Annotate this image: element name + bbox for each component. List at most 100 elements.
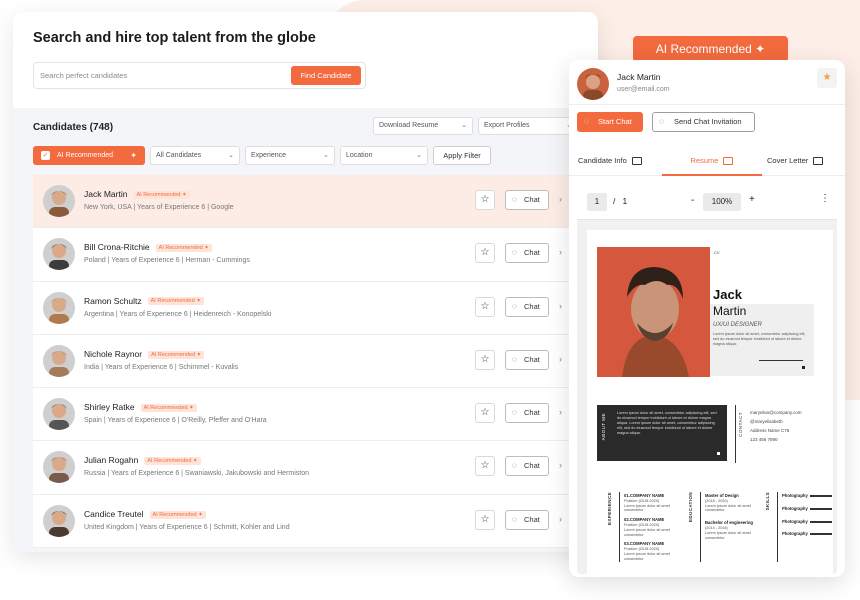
zoom-in-button[interactable]: +	[749, 194, 755, 205]
chat-button[interactable]: ◌ Chat	[505, 403, 549, 424]
chevron-right-icon[interactable]: ›	[559, 247, 562, 257]
chevron-right-icon[interactable]: ›	[559, 460, 562, 470]
chat-button[interactable]: ◌ Chat	[505, 296, 549, 317]
chevron-right-icon[interactable]: ›	[559, 407, 562, 417]
chat-icon: ◌	[512, 248, 517, 258]
favorite-star-icon[interactable]: ☆	[475, 190, 495, 210]
ai-recommended-badge-label: AI Recommended	[147, 458, 192, 465]
chevron-down-icon: ⌄	[461, 122, 467, 129]
page-number-input[interactable]: 1	[587, 193, 607, 211]
zoom-out-button[interactable]: -	[691, 195, 694, 206]
about-text: Lorem ipsum dolor sit amet, consectetur …	[617, 411, 717, 435]
candidate-row[interactable]: Ramon Schultz AI Recommended ✦ Argentina …	[33, 281, 598, 335]
candidate-name: Ramon Schultz AI Recommended ✦	[84, 296, 204, 306]
ai-recommended-badge: AI Recommended ✦	[147, 297, 204, 306]
experience-title: 03.COMPANY NAME	[624, 541, 665, 547]
experience-label: EXPERIENCE	[607, 492, 612, 526]
contact-email: maryelius@company.com	[750, 410, 802, 415]
search-input[interactable]	[34, 63, 284, 88]
tab-candidate-info[interactable]: Candidate Info	[578, 148, 642, 176]
ai-recommended-badge: AI Recommended ✦	[155, 244, 212, 253]
all-candidates-dropdown[interactable]: All Candidates ⌄	[150, 146, 240, 165]
ai-recommended-filter-label: AI Recommended	[57, 152, 114, 159]
candidate-row[interactable]: Candice Treutel AI Recommended ✦ United K…	[33, 494, 598, 549]
chat-button-label: Chat	[524, 408, 540, 418]
id-card-icon	[631, 157, 642, 166]
favorite-star-icon[interactable]: ☆	[475, 296, 495, 317]
candidate-row[interactable]: Shirley Ratke AI Recommended ✦ Spain | Ye…	[33, 388, 598, 442]
location-dropdown[interactable]: Location ⌄	[340, 146, 428, 165]
more-options-icon[interactable]: ⋮	[820, 193, 830, 204]
favorite-star-icon[interactable]: ☆	[475, 243, 495, 264]
education-label: EDUCATION	[688, 492, 693, 523]
send-chat-invitation-button[interactable]: ◌ Send Chat Invitation	[652, 112, 755, 132]
start-chat-button[interactable]: ◌ Start Chat	[577, 112, 643, 132]
page-total: / 1	[613, 196, 627, 206]
candidate-name: Shirley Ratke AI Recommended ✦	[84, 402, 197, 412]
chevron-right-icon[interactable]: ›	[559, 514, 562, 524]
candidate-name: Bill Crona-Ritchie AI Recommended ✦	[84, 242, 212, 252]
download-resume-dropdown[interactable]: Download Resume ⌄	[373, 117, 473, 135]
chat-icon: ◌	[584, 117, 589, 126]
candidate-row[interactable]: Bill Crona-Ritchie AI Recommended ✦ Polan…	[33, 228, 598, 282]
contact-list: maryelius@company.com @maryelisabeth Add…	[750, 408, 802, 444]
ai-recommended-badge: AI Recommended ✦	[148, 350, 205, 359]
tab-cover-letter[interactable]: Cover Letter	[767, 148, 824, 176]
candidate-row[interactable]: Julian Rogahn AI Recommended ✦ Russia | Y…	[33, 441, 598, 495]
experience-dropdown[interactable]: Experience ⌄	[245, 146, 335, 165]
chevron-right-icon[interactable]: ›	[559, 194, 562, 204]
candidate-meta: Poland | Years of Experience 6 | Herman …	[84, 257, 250, 265]
candidate-name: Nichole Raynor AI Recommended ✦	[84, 348, 205, 359]
candidate-name-text: Nichole Raynor	[84, 348, 143, 359]
education-list: Master of Design (2018 - 2020) Lorem ipsum…	[705, 493, 767, 548]
skill-name: Photography	[782, 518, 808, 524]
tab-resume[interactable]: Resume	[662, 148, 762, 176]
detail-tabs: Candidate Info Resume Cover Letter	[569, 148, 845, 176]
export-profiles-dropdown[interactable]: Export Profiles ⌄	[478, 117, 578, 135]
checkbox-checked-icon: ✓	[41, 151, 50, 160]
favorite-star-icon[interactable]: ☆	[475, 403, 495, 424]
ai-recommended-badge-label: AI Recommended	[150, 298, 195, 305]
chat-button[interactable]: ◌ Chat	[505, 456, 549, 477]
divider	[700, 492, 701, 562]
apply-filter-button[interactable]: Apply Filter	[433, 146, 491, 165]
cv-mark: CV	[714, 250, 720, 255]
chevron-right-icon[interactable]: ›	[559, 301, 562, 311]
ai-recommended-badge-label: AI Recommended	[143, 404, 188, 411]
favorite-star-icon[interactable]: ☆	[475, 349, 495, 370]
education-desc: Lorem ipsum dolor sit amet consectetur	[705, 503, 751, 513]
ai-recommended-filter[interactable]: ✓ AI Recommended ✦	[33, 146, 145, 165]
favorite-star-icon[interactable]: ★	[817, 68, 837, 88]
candidate-meta: United Kingdom | Years of Experience 6 |…	[84, 523, 290, 531]
favorite-star-icon[interactable]: ☆	[475, 509, 495, 530]
divider	[569, 104, 845, 105]
skill-item: Photography	[782, 531, 832, 537]
experience-item: 01.COMPANY NAME Position (2018-2020) Lorem…	[624, 493, 686, 513]
candidate-row[interactable]: Jack Martin AI Recommended ✦ New York, US…	[33, 175, 598, 229]
chat-button-label: Chat	[524, 354, 540, 364]
favorite-star-icon[interactable]: ☆	[475, 456, 495, 477]
chat-button[interactable]: ◌ Chat	[505, 349, 549, 370]
education-title: Master of Design	[705, 493, 739, 498]
avatar	[43, 344, 75, 377]
chat-button[interactable]: ◌ Chat	[505, 509, 549, 530]
avatar	[43, 185, 75, 217]
chat-button[interactable]: ◌ Chat	[505, 190, 549, 210]
chat-button[interactable]: ◌ Chat	[505, 243, 549, 264]
page-total-value: 1	[622, 196, 628, 206]
contact-address: Address Name C76	[750, 428, 790, 433]
start-chat-label: Start Chat	[598, 117, 632, 126]
find-candidate-button[interactable]: Find Candidate	[291, 66, 361, 85]
candidate-name: Candice Treutel AI Recommended ✦	[84, 509, 206, 519]
education-item: Master of Design (2018 - 2020) Lorem ipsum…	[705, 493, 767, 513]
candidate-meta: New York, USA | Years of Experience 6 | …	[84, 204, 234, 211]
education-title: Bachelor of engineering	[705, 520, 753, 526]
zoom-level[interactable]: 100%	[703, 193, 741, 211]
experience-label: Experience	[251, 152, 287, 159]
candidate-row[interactable]: Nichole Raynor AI Recommended ✦ India | Y…	[33, 334, 598, 389]
resume-first-name: Jack	[713, 287, 742, 302]
location-label: Location	[346, 152, 373, 159]
skills-list: Photography Photography Photography Photogr…	[782, 493, 832, 545]
candidate-meta: Spain | Years of Experience 6 | O'Reilly…	[84, 417, 267, 425]
chevron-right-icon[interactable]: ›	[559, 354, 562, 364]
